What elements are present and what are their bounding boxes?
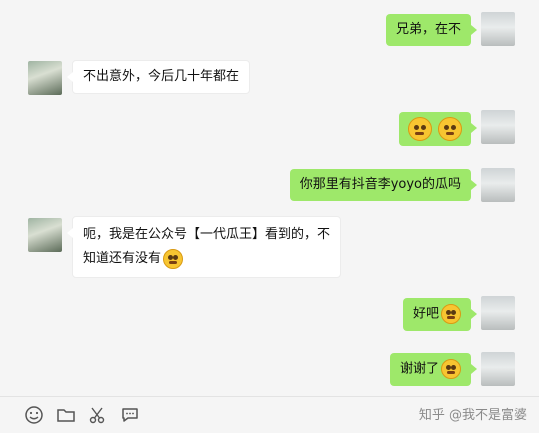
my-avatar[interactable] <box>481 12 515 46</box>
message-text-line: 呃，我是在公众号【一代瓜王】看到的，不 <box>83 227 331 242</box>
contact-avatar[interactable] <box>28 61 62 95</box>
folder-icon[interactable] <box>56 405 76 425</box>
message-bubble-incoming[interactable]: 不出意外，今后几十年都在 <box>66 60 251 94</box>
watermark: 知乎 @我不是富婆 <box>418 408 527 423</box>
my-avatar[interactable] <box>481 352 515 386</box>
emoji-icon[interactable] <box>24 405 44 425</box>
message-text: 好吧 <box>412 306 439 322</box>
message-text: 谢谢了 <box>399 361 439 377</box>
grinning-emoji-icon <box>441 359 461 379</box>
message-bubble-outgoing[interactable]: 谢谢了 <box>389 353 478 386</box>
message-bubble-outgoing[interactable] <box>398 112 478 146</box>
chat-history[interactable]: 兄弟，在不 不出意外，今后几十年都在 你那里有抖音李yoyo的瓜吗 呃，我是在公… <box>0 0 539 396</box>
laughing-tears-emoji-icon <box>441 304 461 324</box>
contact-avatar[interactable] <box>28 218 62 252</box>
dizzy-face-emoji-icon <box>438 117 462 141</box>
message-bubble-incoming[interactable]: 呃，我是在公众号【一代瓜王】看到的，不 知道还有没有 <box>66 216 342 278</box>
laughing-tears-emoji-icon <box>163 248 184 269</box>
message-bubble-outgoing[interactable]: 好吧 <box>402 298 478 331</box>
chat-bubble-icon[interactable] <box>120 405 140 425</box>
dizzy-face-emoji-icon <box>407 117 432 141</box>
message-text: 兄弟，在不 <box>395 22 461 37</box>
message-text: 不出意外，今后几十年都在 <box>83 69 240 84</box>
my-avatar[interactable] <box>481 296 515 330</box>
my-avatar[interactable] <box>481 168 515 202</box>
message-text-line: 知道还有没有 <box>83 247 330 271</box>
message-bubble-outgoing[interactable]: 你那里有抖音李yoyo的瓜吗 <box>289 169 478 201</box>
message-text: 你那里有抖音李yoyo的瓜吗 <box>299 177 461 192</box>
message-bubble-outgoing[interactable]: 兄弟，在不 <box>385 14 478 46</box>
scissors-icon[interactable] <box>88 405 108 425</box>
my-avatar[interactable] <box>481 110 515 144</box>
